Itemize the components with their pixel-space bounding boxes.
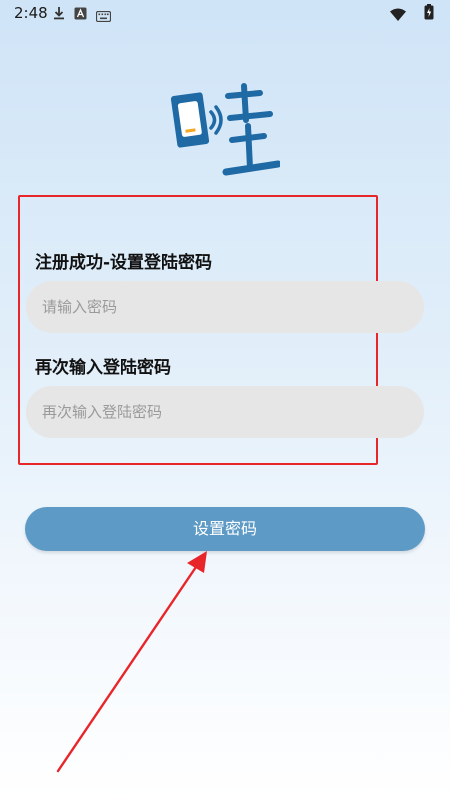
set-password-button[interactable]: 设置密码 — [25, 507, 425, 551]
wifi-icon — [390, 6, 406, 25]
battery-icon — [424, 4, 434, 24]
password-input[interactable] — [26, 281, 424, 333]
confirm-password-input[interactable] — [26, 386, 424, 438]
download-icon — [53, 5, 65, 24]
a-box-icon — [74, 5, 87, 24]
status-bar: 2:48 — [0, 0, 450, 26]
app-logo — [168, 82, 282, 180]
confirm-password-label: 再次输入登陆密码 — [35, 358, 171, 378]
status-time: 2:48 — [14, 4, 48, 22]
password-label: 注册成功-设置登陆密码 — [35, 253, 213, 273]
keyboard-icon — [95, 7, 112, 26]
